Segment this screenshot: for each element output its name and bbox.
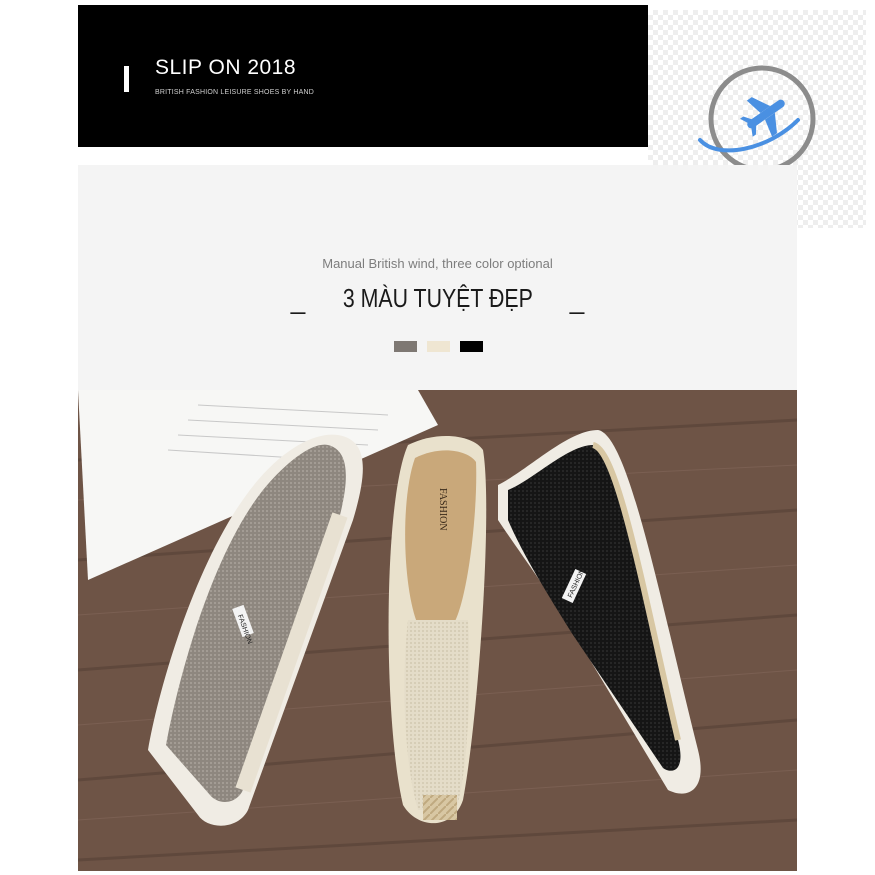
title-accent-bar [124, 66, 129, 92]
heading-left-dash: _ [290, 285, 306, 315]
intro-panel: Manual British wind, three color optiona… [78, 165, 797, 390]
header-banner: SLIP ON 2018 BRITISH FASHION LEISURE SHO… [78, 5, 648, 147]
color-swatches [394, 341, 483, 352]
heading-right-dash: _ [569, 285, 585, 315]
beige-shoe-insole-label: FASHION [437, 488, 448, 531]
banner-title: SLIP ON 2018 [155, 56, 297, 79]
beige-shoe-toe-jute [423, 795, 457, 820]
swatch-grey[interactable] [394, 341, 417, 352]
swatch-beige[interactable] [427, 341, 450, 352]
shoes-photo-illustration: FASHION FASHION FASHION [78, 390, 797, 871]
colors-heading: 3 MÀU TUYỆT ĐẸP [342, 283, 533, 313]
product-photo: FASHION FASHION FASHION [78, 390, 797, 871]
heading-row: _ 3 MÀU TUYỆT ĐẸP _ [78, 283, 797, 315]
swatch-black[interactable] [460, 341, 483, 352]
tagline: Manual British wind, three color optiona… [322, 256, 553, 271]
banner-subtitle: BRITISH FASHION LEISURE SHOES BY HAND [155, 89, 314, 96]
